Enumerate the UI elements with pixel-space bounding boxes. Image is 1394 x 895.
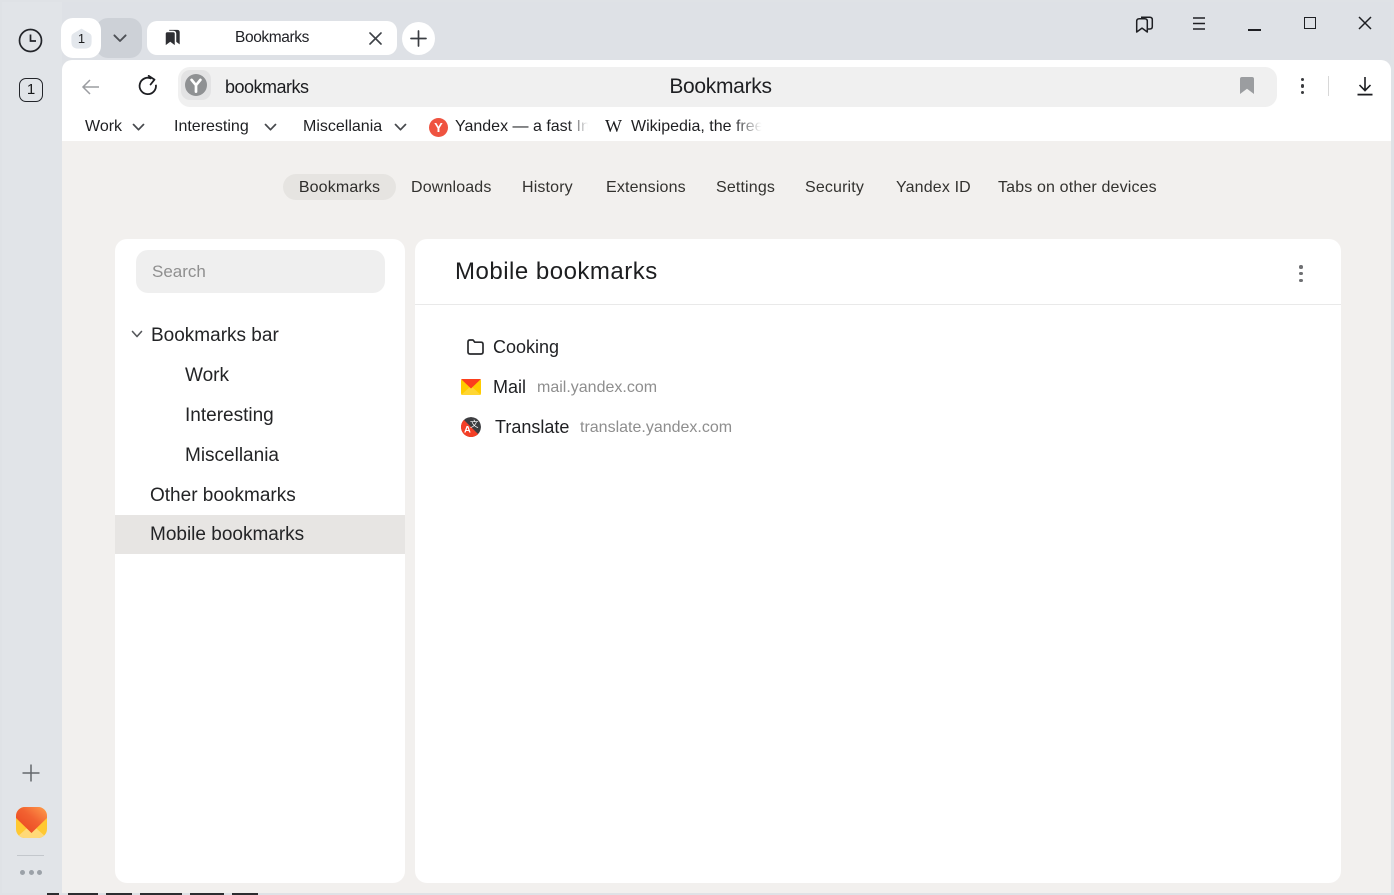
svg-text:文: 文 (470, 419, 479, 429)
svg-text:1: 1 (78, 31, 85, 46)
svg-text:Y: Y (434, 120, 443, 135)
